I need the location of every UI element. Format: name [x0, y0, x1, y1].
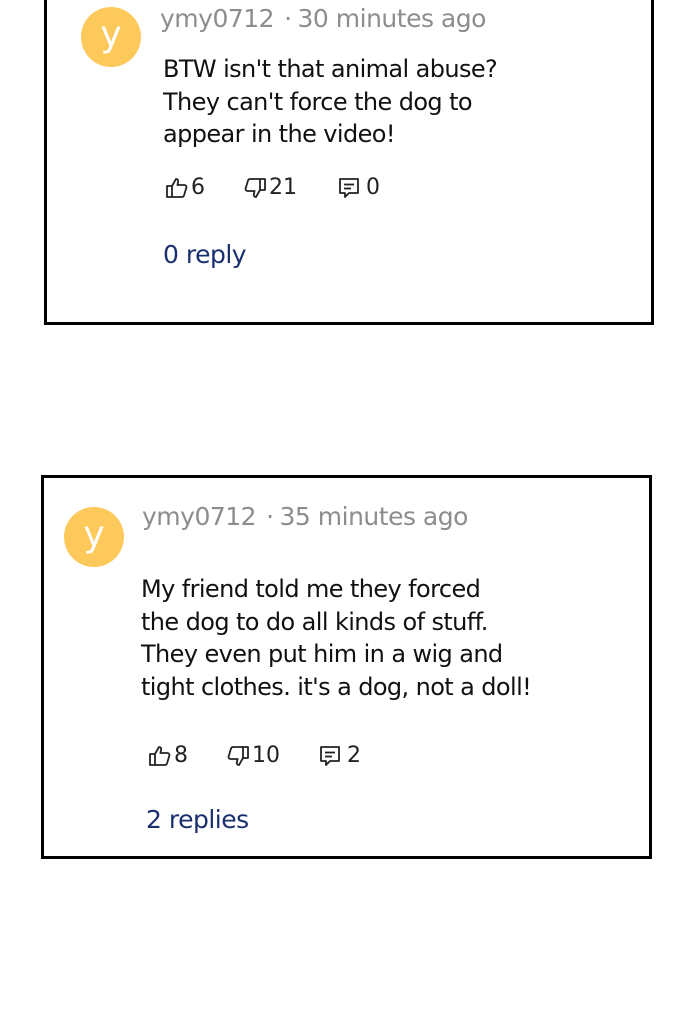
like-button[interactable]: 8	[148, 743, 188, 768]
dislike-count: 21	[269, 175, 297, 200]
username[interactable]: ymy0712	[142, 502, 257, 531]
timestamp: 30 minutes ago	[297, 4, 487, 33]
comment-count: 0	[366, 175, 380, 200]
thumbs-up-icon	[149, 745, 171, 766]
meta-separator: ·	[284, 4, 292, 33]
like-count: 6	[191, 175, 205, 200]
avatar[interactable]: y	[64, 507, 124, 567]
comment-card: y ymy0712 · 35 minutes ago My friend told …	[41, 475, 652, 859]
comment-card: y ymy0712 · 30 minutes ago BTW isn't that …	[44, 0, 654, 325]
view-replies-link[interactable]: 0 reply	[163, 240, 247, 269]
thumbs-up-icon	[166, 177, 188, 198]
comment-count-button[interactable]: 2	[318, 743, 361, 768]
comment-actions: 6 21 0	[165, 175, 380, 200]
avatar[interactable]: y	[81, 7, 141, 67]
comment-meta: ymy0712 · 35 minutes ago	[142, 502, 468, 531]
dislike-button[interactable]: 10	[226, 743, 280, 768]
view-replies-link[interactable]: 2 replies	[146, 805, 249, 834]
like-button[interactable]: 6	[165, 175, 205, 200]
comment-meta: ymy0712 · 30 minutes ago	[160, 4, 486, 33]
comment-count-button[interactable]: 0	[337, 175, 380, 200]
comment-count: 2	[347, 743, 361, 768]
comment-icon	[339, 177, 359, 198]
thumbs-down-icon	[244, 177, 266, 198]
comment-text: BTW isn't that animal abuse? They can't …	[163, 55, 498, 148]
dislike-count: 10	[252, 743, 280, 768]
timestamp: 35 minutes ago	[279, 502, 469, 531]
comment-actions: 8 10 2	[148, 743, 361, 768]
comment-icon	[320, 745, 340, 766]
comment-text: My friend told me they forced the dog to…	[141, 575, 532, 701]
username[interactable]: ymy0712	[160, 4, 275, 33]
dislike-button[interactable]: 21	[243, 175, 297, 200]
like-count: 8	[174, 743, 188, 768]
thumbs-down-icon	[227, 745, 249, 766]
meta-separator: ·	[266, 502, 274, 531]
